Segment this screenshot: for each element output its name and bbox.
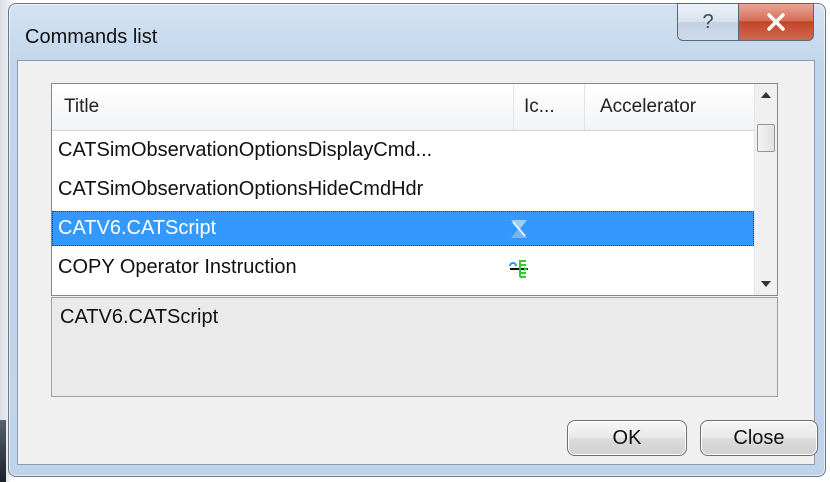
- list-item[interactable]: COPY Operator Instruction: [52, 248, 756, 287]
- chevron-down-icon: [761, 281, 771, 287]
- list-header: Title Ic... Accelerator: [52, 84, 756, 131]
- list-item[interactable]: CATSimObservationOptionsDisplayCmd...: [52, 131, 756, 170]
- scrollbar-thumb[interactable]: [757, 124, 775, 152]
- commands-list-view[interactable]: Title Ic... Accelerator CATSimObservatio…: [51, 83, 778, 296]
- vertical-scrollbar[interactable]: [754, 84, 777, 295]
- dialog-client-area: Title Ic... Accelerator CATSimObservatio…: [17, 60, 818, 465]
- list-item-title: CATV6.CATScript: [58, 217, 217, 239]
- column-header-icon[interactable]: Ic...: [514, 84, 585, 130]
- command-description-text: CATV6.CATScript: [60, 306, 219, 328]
- list-rows: CATSimObservationOptionsDisplayCmd... CA…: [52, 131, 756, 287]
- scroll-down-arrow[interactable]: [755, 273, 777, 295]
- column-header-accelerator[interactable]: Accelerator: [585, 84, 756, 130]
- chevron-up-icon: [761, 92, 771, 98]
- dialog-title: Commands list: [25, 26, 158, 48]
- taskbar-edge: [0, 420, 6, 482]
- close-window-button[interactable]: [738, 3, 814, 41]
- help-button[interactable]: ?: [677, 3, 739, 41]
- command-description-box: CATV6.CATScript: [51, 297, 778, 397]
- close-icon: [767, 13, 785, 31]
- column-header-title[interactable]: Title: [52, 84, 514, 130]
- list-item-title: CATSimObservationOptionsHideCmdHdr: [58, 178, 424, 200]
- copy-instruction-icon: [509, 260, 528, 278]
- list-item-title: CATSimObservationOptionsDisplayCmd...: [58, 139, 433, 161]
- catscript-icon: [511, 220, 527, 238]
- commands-list-dialog: Commands list ? Title Ic... Accelerator …: [8, 3, 826, 477]
- help-icon: ?: [702, 10, 714, 33]
- close-button[interactable]: Close: [700, 420, 818, 456]
- list-item-title: COPY Operator Instruction: [58, 256, 297, 278]
- ok-button[interactable]: OK: [567, 420, 687, 456]
- scroll-up-arrow[interactable]: [755, 84, 777, 106]
- list-item[interactable]: CATSimObservationOptionsHideCmdHdr: [52, 170, 756, 209]
- list-item-selected[interactable]: CATV6.CATScript: [52, 209, 756, 248]
